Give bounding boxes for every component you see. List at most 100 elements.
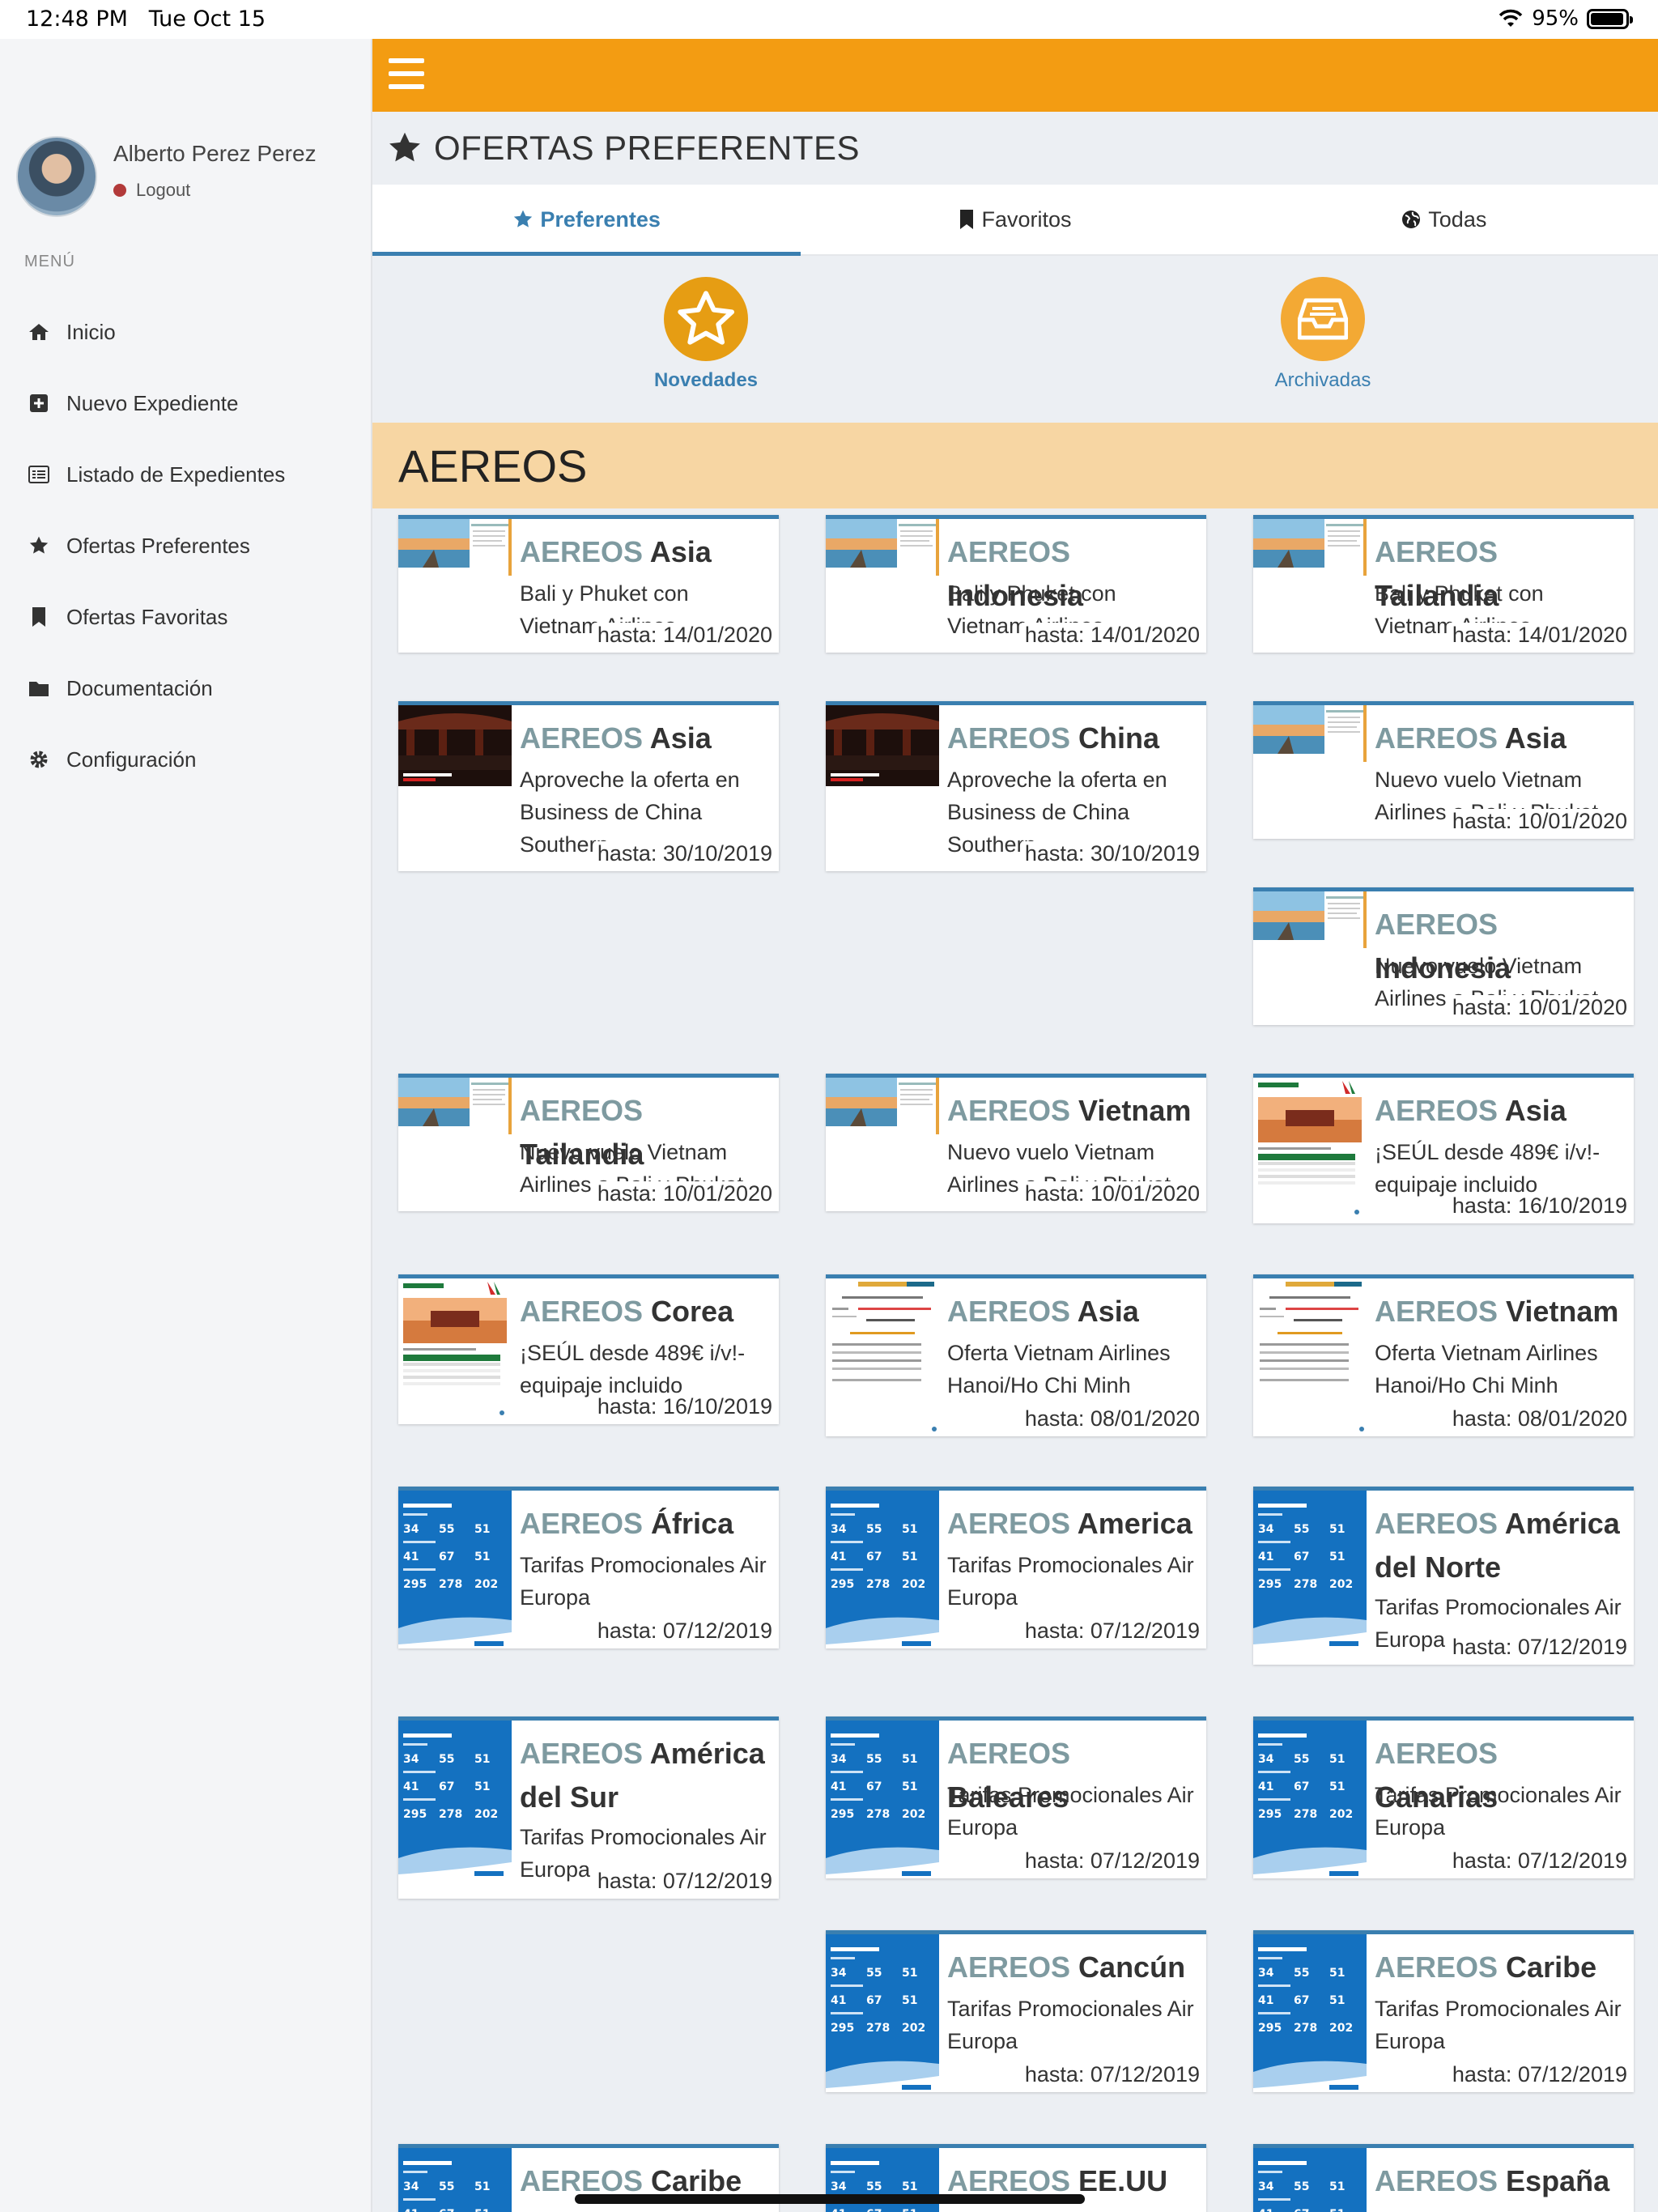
offer-card[interactable]: 34 55 51 41 67 51 295 278 202 AEREOS Caribe Tarifa… (1253, 1930, 1634, 2092)
filter-archivadas[interactable]: Archivadas (1234, 277, 1412, 392)
sidebar-item-configuracion[interactable]: Configuración (0, 724, 372, 795)
offer-category: AEREOS (1375, 535, 1499, 568)
avatar[interactable] (16, 136, 97, 217)
status-dot-icon (113, 184, 126, 197)
svg-text:51: 51 (1329, 1753, 1345, 1766)
offer-card[interactable]: AEREOS Asia Oferta Vietnam Airlines Hanoi… (826, 1274, 1206, 1436)
svg-text:34: 34 (831, 1967, 847, 1980)
offer-card[interactable]: AEREOS Asia ¡SEÚL desde 489€ i/v!- equipa… (1253, 1074, 1634, 1223)
offer-thumbnail (826, 1278, 939, 1436)
menu-toggle-icon[interactable] (389, 58, 424, 89)
sidebar-item-documentacion[interactable]: Documentación (0, 653, 372, 724)
svg-text:202: 202 (902, 1808, 925, 1821)
offer-thumbnail (398, 1278, 512, 1420)
svg-text:295: 295 (1258, 1578, 1282, 1591)
offer-card[interactable]: 34 55 51 41 67 51 295 278 202 AEREOS Canarias Tari… (1253, 1716, 1634, 1878)
offer-category: AEREOS (520, 1094, 644, 1127)
svg-text:67: 67 (866, 2208, 882, 2212)
offer-thumbnail: 345551416751295278202 (1253, 1491, 1367, 1665)
logout-label: Logout (136, 180, 191, 200)
home-indicator[interactable] (575, 2194, 1085, 2204)
offer-thumbnail: 345551416751295278202 (1253, 1721, 1367, 1878)
offer-card[interactable]: AEREOS Indonesia Nuevo vuelo Vietnam Airl… (1253, 887, 1634, 1025)
offer-title: AEREOS Vietnam (947, 1089, 1198, 1133)
svg-text:202: 202 (1329, 2022, 1353, 2035)
offer-card[interactable]: AEREOS Corea ¡SEÚL desde 489€ i/v!- equip… (398, 1274, 779, 1424)
offer-card[interactable]: 34 55 51 41 67 51 295 278 202 AEREOS America Tarif… (826, 1487, 1206, 1648)
offer-thumbnail (398, 519, 514, 607)
offer-category: AEREOS (520, 721, 644, 755)
tab-preferentes[interactable]: Preferentes (372, 185, 801, 256)
offer-description: ¡SEÚL desde 489€ i/v!- equipaje incluido (1375, 1140, 1601, 1197)
svg-text:34: 34 (1258, 1753, 1274, 1766)
svg-text:34: 34 (403, 2180, 419, 2193)
svg-text:67: 67 (866, 1994, 882, 2007)
offer-card[interactable]: AEREOS China Aproveche la oferta en Busin… (826, 701, 1206, 871)
svg-text:278: 278 (1294, 1578, 1317, 1591)
svg-text:51: 51 (474, 2208, 490, 2212)
sidebar-item-listado[interactable]: Listado de Expedientes (0, 439, 372, 510)
star-icon (389, 132, 420, 162)
offer-card[interactable]: AEREOS Asia Nuevo vuelo Vietnam Airlines … (1253, 701, 1634, 839)
logout-link[interactable]: Logout (113, 180, 317, 201)
offer-description: Oferta Vietnam Airlines Hanoi/Ho Chi Min… (947, 1341, 1171, 1397)
offer-card[interactable]: AEREOS Asia Aproveche la oferta en Busine… (398, 701, 779, 871)
bookmark-icon (28, 606, 50, 628)
filter-label: Novedades (653, 369, 759, 391)
offer-card[interactable]: AEREOS AsiaBali y Phuket con Vietnam Air… (398, 515, 779, 653)
offer-category: AEREOS (947, 535, 1071, 568)
svg-text:202: 202 (474, 1808, 498, 1821)
offer-thumbnail: 345551416751295278202 (398, 2148, 512, 2212)
offer-card[interactable]: AEREOS Tailandia Nuevo vuelo Vietnam Airl… (398, 1074, 779, 1211)
wifi-icon (1499, 9, 1523, 27)
offer-destination: China (1070, 721, 1160, 755)
sidebar-item-nuevo-expediente[interactable]: Nuevo Expediente (0, 368, 372, 439)
star-icon (664, 277, 748, 361)
svg-text:51: 51 (1329, 1523, 1345, 1536)
offer-expiry-date: hasta: 07/12/2019 (1021, 2062, 1200, 2087)
offer-thumbnail (1253, 891, 1369, 980)
filter-novedades[interactable]: Novedades (617, 277, 795, 392)
offer-card[interactable]: 34 55 51 41 67 51 295 278 202 AEREOS Baleares Tari… (826, 1716, 1206, 1878)
sidebar-item-ofertas-preferentes[interactable]: Ofertas Preferentes (0, 510, 372, 581)
sidebar-item-ofertas-favoritas[interactable]: Ofertas Favoritas (0, 581, 372, 653)
offer-card[interactable]: 345551416751295278202AEREOS España (1253, 2144, 1634, 2212)
svg-text:67: 67 (1294, 1994, 1309, 2007)
svg-text:51: 51 (902, 1780, 917, 1793)
svg-text:55: 55 (1294, 2180, 1309, 2193)
svg-text:67: 67 (439, 1780, 454, 1793)
sidebar-item-inicio[interactable]: Inicio (0, 296, 372, 368)
svg-text:41: 41 (403, 1780, 419, 1793)
sidebar-menu: Inicio Nuevo Expediente Listado de Exped… (0, 296, 372, 795)
tab-favoritos[interactable]: Favoritos (801, 185, 1229, 254)
offer-thumbnail (1253, 1078, 1367, 1219)
offer-card[interactable]: 34 55 51 41 67 51 295 278 202 AEREOS América del … (398, 1716, 779, 1899)
offer-destination: America (1070, 1507, 1192, 1540)
battery-icon (1587, 8, 1633, 29)
offer-category: AEREOS (1375, 1507, 1499, 1540)
offer-category: AEREOS (947, 1295, 1071, 1328)
offer-card[interactable]: AEREOS Vietnam Nuevo vuelo Vietnam Airlin… (826, 1074, 1206, 1211)
tab-todas[interactable]: Todas (1230, 185, 1658, 254)
offer-card[interactable]: 34 55 51 41 67 51 295 278 202 AEREOS América del … (1253, 1487, 1634, 1665)
offer-category: AEREOS (947, 2164, 1071, 2197)
status-right: 95% (1498, 6, 1633, 31)
offer-expiry-date: hasta: 07/12/2019 (593, 1619, 772, 1644)
svg-text:41: 41 (403, 2208, 419, 2212)
svg-text:51: 51 (1329, 2208, 1345, 2212)
offer-card[interactable]: AEREOS Indonesia Bali y Phuket con Vietna… (826, 515, 1206, 653)
offer-thumbnail: 345551416751295278202 (826, 1721, 939, 1878)
offer-card[interactable]: 34 55 51 41 67 51 295 278 202 AEREOS Cancún Tarifa… (826, 1930, 1206, 2092)
offer-title: AEREOS Corea (520, 1290, 771, 1334)
svg-text:55: 55 (1294, 1967, 1309, 1980)
svg-text:51: 51 (1329, 1780, 1345, 1793)
offer-card[interactable]: AEREOS Vietnam Oferta Vietnam Airlines Ha… (1253, 1274, 1634, 1436)
offer-card[interactable]: AEREOS Tailandia Bali y Phuket con Vietna… (1253, 515, 1634, 653)
offer-category: AEREOS (1375, 721, 1499, 755)
svg-text:55: 55 (866, 2180, 882, 2193)
offer-expiry-date: hasta: 07/12/2019 (1448, 1848, 1627, 1874)
offer-card[interactable]: 34 55 51 41 67 51 295 278 202 AEREOS África Tarifa… (398, 1487, 779, 1648)
svg-text:41: 41 (1258, 1780, 1273, 1793)
tab-bar: Preferentes Favoritos Todas (372, 185, 1658, 256)
svg-text:51: 51 (902, 1753, 917, 1766)
